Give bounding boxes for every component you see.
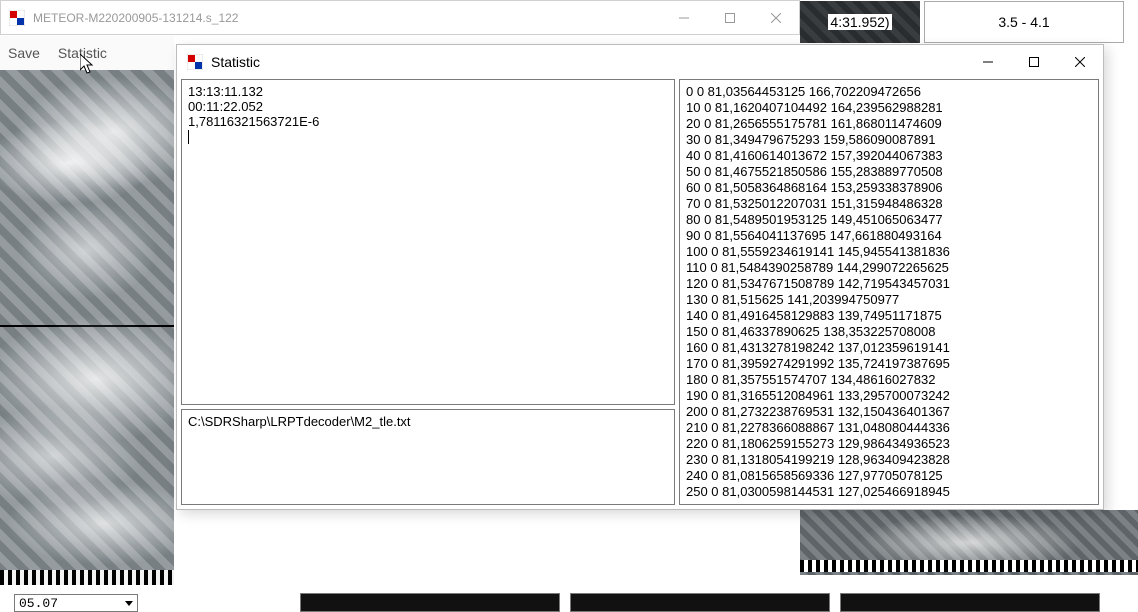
statistic-window-title: Statistic xyxy=(211,54,965,70)
bottom-combobox-value: 05.07 xyxy=(19,596,58,611)
minimize-button[interactable] xyxy=(661,3,707,33)
close-button[interactable] xyxy=(1057,47,1103,77)
main-window-controls xyxy=(661,3,799,33)
tle-file-path: C:\SDRSharp\LRPTdecoder\M2_tle.txt xyxy=(188,414,411,429)
minimize-button[interactable] xyxy=(965,47,1011,77)
menu-save[interactable]: Save xyxy=(8,45,40,61)
statistic-right-textarea[interactable]: 0 0 81,03564453125 166,702209472656 10 0… xyxy=(679,79,1099,505)
statistic-left-column: 13:13:11.132 00:11:22.052 1,781163215637… xyxy=(177,79,679,509)
statistic-window-controls xyxy=(965,47,1103,77)
chevron-down-icon xyxy=(125,601,133,606)
app-icon xyxy=(9,10,25,26)
header-right-text-1: 4:31.952) xyxy=(828,14,891,30)
statistic-window: Statistic 13:13:11.132 00:11:22.052 1,78… xyxy=(176,44,1104,510)
bottom-panel-3 xyxy=(840,593,1100,612)
satellite-image-left xyxy=(0,70,174,585)
maximize-button[interactable] xyxy=(1011,47,1057,77)
statistic-left-top-textarea[interactable]: 13:13:11.132 00:11:22.052 1,781163215637… xyxy=(181,79,675,405)
statistic-titlebar[interactable]: Statistic xyxy=(177,45,1103,79)
header-right-strip: 4:31.952) 3.5 - 4.1 xyxy=(800,0,1138,44)
bottom-panel-1 xyxy=(300,593,560,612)
main-menu-bar: Save Statistic xyxy=(0,36,174,70)
bottom-panels xyxy=(300,593,1100,612)
header-right-cell-2: 3.5 - 4.1 xyxy=(924,1,1124,43)
maximize-button[interactable] xyxy=(707,3,753,33)
menu-statistic[interactable]: Statistic xyxy=(58,45,107,61)
statistic-left-bottom-textarea[interactable]: C:\SDRSharp\LRPTdecoder\M2_tle.txt xyxy=(181,409,675,505)
statistic-body: 13:13:11.132 00:11:22.052 1,781163215637… xyxy=(177,79,1103,509)
app-icon xyxy=(187,54,203,70)
close-button[interactable] xyxy=(753,3,799,33)
main-window-titlebar: METEOR-M220200905-131214.s_122 xyxy=(0,0,800,35)
main-window-title: METEOR-M220200905-131214.s_122 xyxy=(31,11,661,25)
bottom-panel-2 xyxy=(570,593,830,612)
header-right-text-2: 3.5 - 4.1 xyxy=(998,14,1049,30)
satellite-image-right xyxy=(800,510,1138,575)
header-right-cell-1: 4:31.952) xyxy=(800,1,920,43)
bottom-combobox[interactable]: 05.07 xyxy=(14,594,138,612)
